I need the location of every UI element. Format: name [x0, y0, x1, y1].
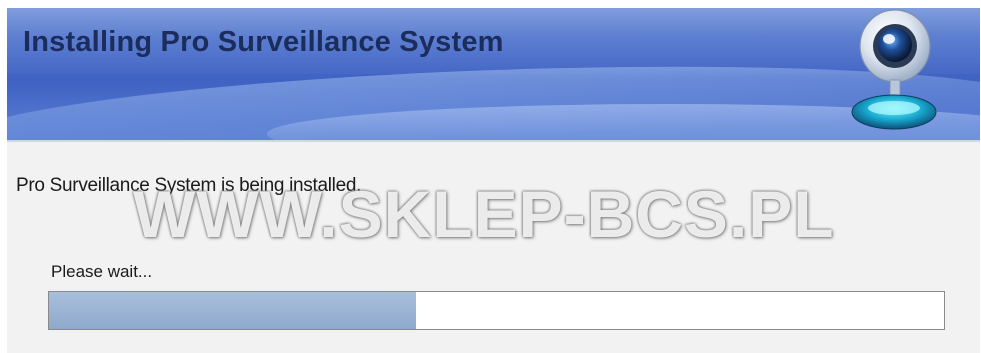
installer-title: Installing Pro Surveillance System — [23, 26, 504, 58]
progress-bar-fill — [49, 292, 416, 329]
webcam-icon — [851, 9, 937, 130]
install-progress-bar — [48, 291, 945, 330]
installer-window: Installing Pro Surveillance System Pro S… — [0, 0, 981, 353]
install-status-text: Pro Surveillance System is being install… — [16, 175, 362, 196]
please-wait-label: Please wait... — [51, 262, 153, 281]
